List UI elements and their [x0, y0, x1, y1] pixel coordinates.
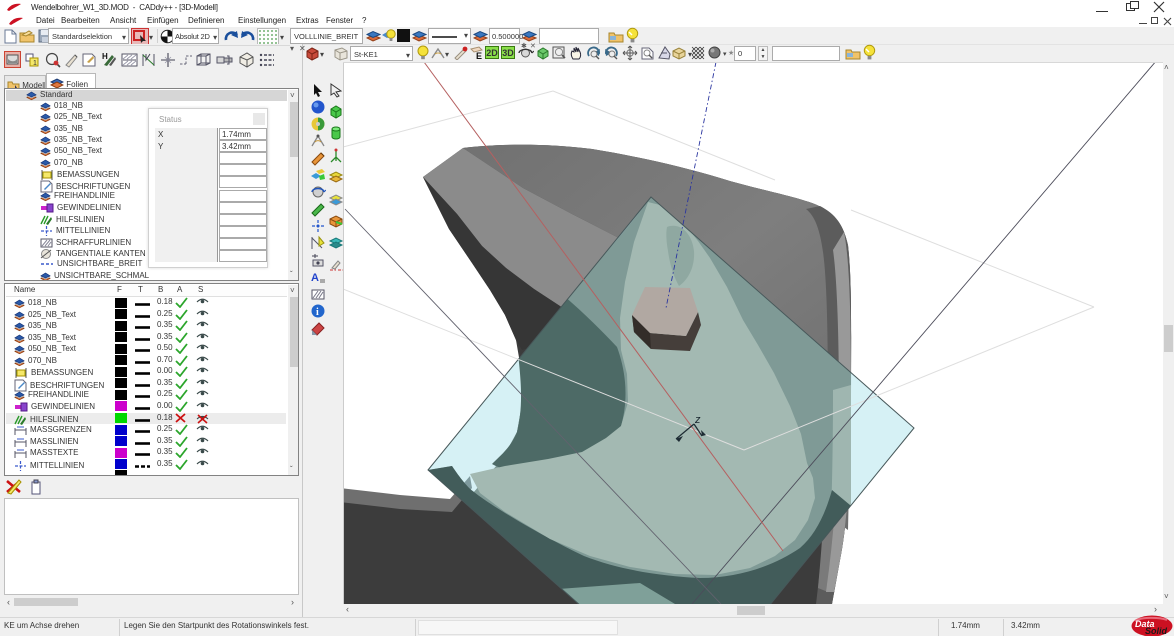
svg-text:i: i: [316, 307, 319, 318]
svg-text:1: 1: [33, 60, 37, 67]
svg-text:E: E: [476, 51, 482, 61]
svg-text:z: z: [694, 414, 701, 426]
svg-text:A: A: [311, 272, 319, 284]
svg-text:H: H: [102, 52, 108, 61]
svg-text:Solid: Solid: [1145, 626, 1168, 636]
